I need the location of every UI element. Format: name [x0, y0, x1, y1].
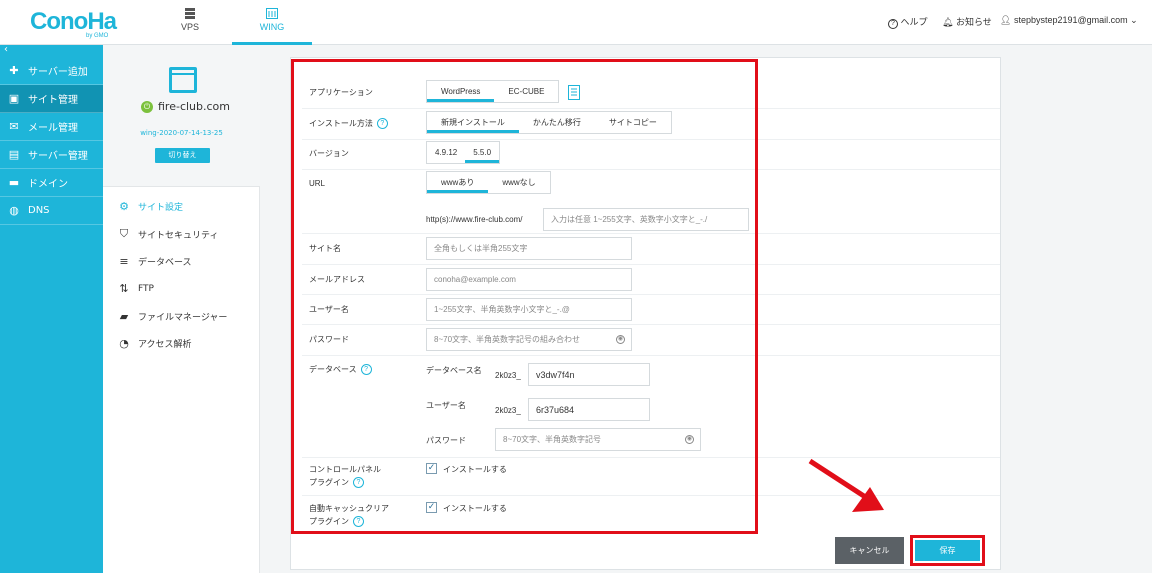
- arrow-annotation: [808, 458, 884, 512]
- sidebar-item-server[interactable]: ▤ サーバー管理: [0, 141, 103, 169]
- save-highlight: 保存: [910, 535, 985, 566]
- mail-icon: ✉: [9, 120, 19, 133]
- sidebar-item-label: サイト管理: [28, 95, 78, 106]
- sidebar: ‹ ✚ サーバー追加 ▣ サイト管理 ✉ メール管理 ▤ サーバー管理 ▬ ドメ…: [0, 45, 103, 573]
- submenu-analytics[interactable]: ◔ アクセス解析: [117, 337, 192, 350]
- submenu-label: ファイルマネージャー: [138, 313, 228, 323]
- pie-icon: ◔: [119, 337, 129, 350]
- chevron-down-icon: ⌄: [1130, 15, 1138, 25]
- settings-icon: ⚙: [119, 200, 129, 213]
- site-domain: ⏻ fire-club.com: [141, 100, 230, 113]
- notice-link[interactable]: 🔔︎ お知らせ: [942, 15, 992, 28]
- submenu-ftp[interactable]: ⇅ FTP: [117, 282, 154, 295]
- sidebar-item-domain[interactable]: ▬ ドメイン: [0, 169, 103, 197]
- conoha-logo[interactable]: ConoHa by GMO: [30, 8, 120, 39]
- sidebar-item-label: サーバー管理: [28, 151, 88, 162]
- submenu-label: アクセス解析: [138, 340, 192, 350]
- sidebar-item-add-server[interactable]: ✚ サーバー追加: [0, 57, 103, 85]
- wing-id: wing-2020-07-14-13-25: [140, 129, 223, 137]
- help-link[interactable]: ? ヘルプ: [888, 15, 928, 29]
- sidebar-item-label: DNS: [28, 205, 50, 216]
- sidebar-item-label: メール管理: [28, 123, 78, 134]
- folder-icon: ▰: [119, 310, 129, 323]
- submenu-label: データベース: [138, 258, 192, 268]
- notice-label: お知らせ: [955, 17, 992, 27]
- highlight-box: [291, 59, 758, 534]
- submenu-security[interactable]: ⛉ サイトセキュリティ: [117, 227, 219, 241]
- submenu-label: FTP: [138, 283, 154, 294]
- plus-icon: ✚: [9, 64, 19, 77]
- help-label: ヘルプ: [900, 17, 928, 27]
- wing-icon: [266, 8, 278, 19]
- user-email: stepbystep2191@gmail.com: [1013, 15, 1128, 25]
- server-icon: [185, 8, 195, 19]
- logo-text: ConoHa: [30, 8, 117, 35]
- sidebar-collapse-icon[interactable]: ‹: [0, 45, 103, 57]
- topnav-vps[interactable]: VPS: [150, 0, 230, 45]
- save-button[interactable]: 保存: [915, 540, 980, 561]
- logo-sub: by GMO: [86, 33, 109, 39]
- topnav-vps-label: VPS: [180, 22, 199, 32]
- window-icon: ▣: [8, 92, 20, 105]
- submenu-label: サイト設定: [138, 203, 184, 213]
- submenu-site-settings[interactable]: ⚙ サイト設定: [117, 200, 183, 213]
- sidebar-item-label: サーバー追加: [28, 67, 88, 78]
- transfer-icon: ⇅: [119, 282, 129, 295]
- sidebar-item-site[interactable]: ▣ サイト管理: [0, 85, 103, 113]
- site-subpanel: ⏻ fire-club.com wing-2020-07-14-13-25 切り…: [103, 45, 260, 573]
- globe-icon: ◍: [9, 204, 19, 217]
- submenu-file-manager[interactable]: ▰ ファイルマネージャー: [117, 310, 228, 323]
- domain-text: fire-club.com: [158, 100, 230, 113]
- shield-icon: ⛉: [119, 227, 129, 240]
- sidebar-item-dns[interactable]: ◍ DNS: [0, 197, 103, 225]
- user-menu[interactable]: 👤︎ stepbystep2191@gmail.com ⌄: [1000, 15, 1138, 26]
- bell-icon: 🔔︎: [942, 17, 954, 27]
- submenu-label: サイトセキュリティ: [138, 230, 219, 241]
- user-icon: 👤︎: [1000, 15, 1012, 25]
- browser-icon: [169, 67, 197, 93]
- submenu-database[interactable]: ≡ データベース: [117, 255, 192, 268]
- help-icon: ?: [888, 19, 898, 29]
- database-icon: ≡: [119, 255, 129, 268]
- site-summary: ⏻ fire-club.com wing-2020-07-14-13-25 切り…: [103, 45, 260, 187]
- sidebar-item-label: ドメイン: [28, 179, 68, 190]
- card-icon: ▬: [8, 176, 20, 189]
- topnav-wing[interactable]: WING: [232, 0, 312, 45]
- power-icon: ⏻: [141, 100, 153, 113]
- sidebar-item-mail[interactable]: ✉ メール管理: [0, 113, 103, 141]
- server-icon: ▤: [8, 148, 20, 161]
- top-bar: ConoHa by GMO VPS WING ? ヘルプ 🔔︎ お知らせ 👤︎ …: [0, 0, 1152, 45]
- cancel-button[interactable]: キャンセル: [835, 537, 904, 564]
- topnav-wing-label: WING: [259, 22, 285, 32]
- switch-button[interactable]: 切り替え: [155, 148, 210, 163]
